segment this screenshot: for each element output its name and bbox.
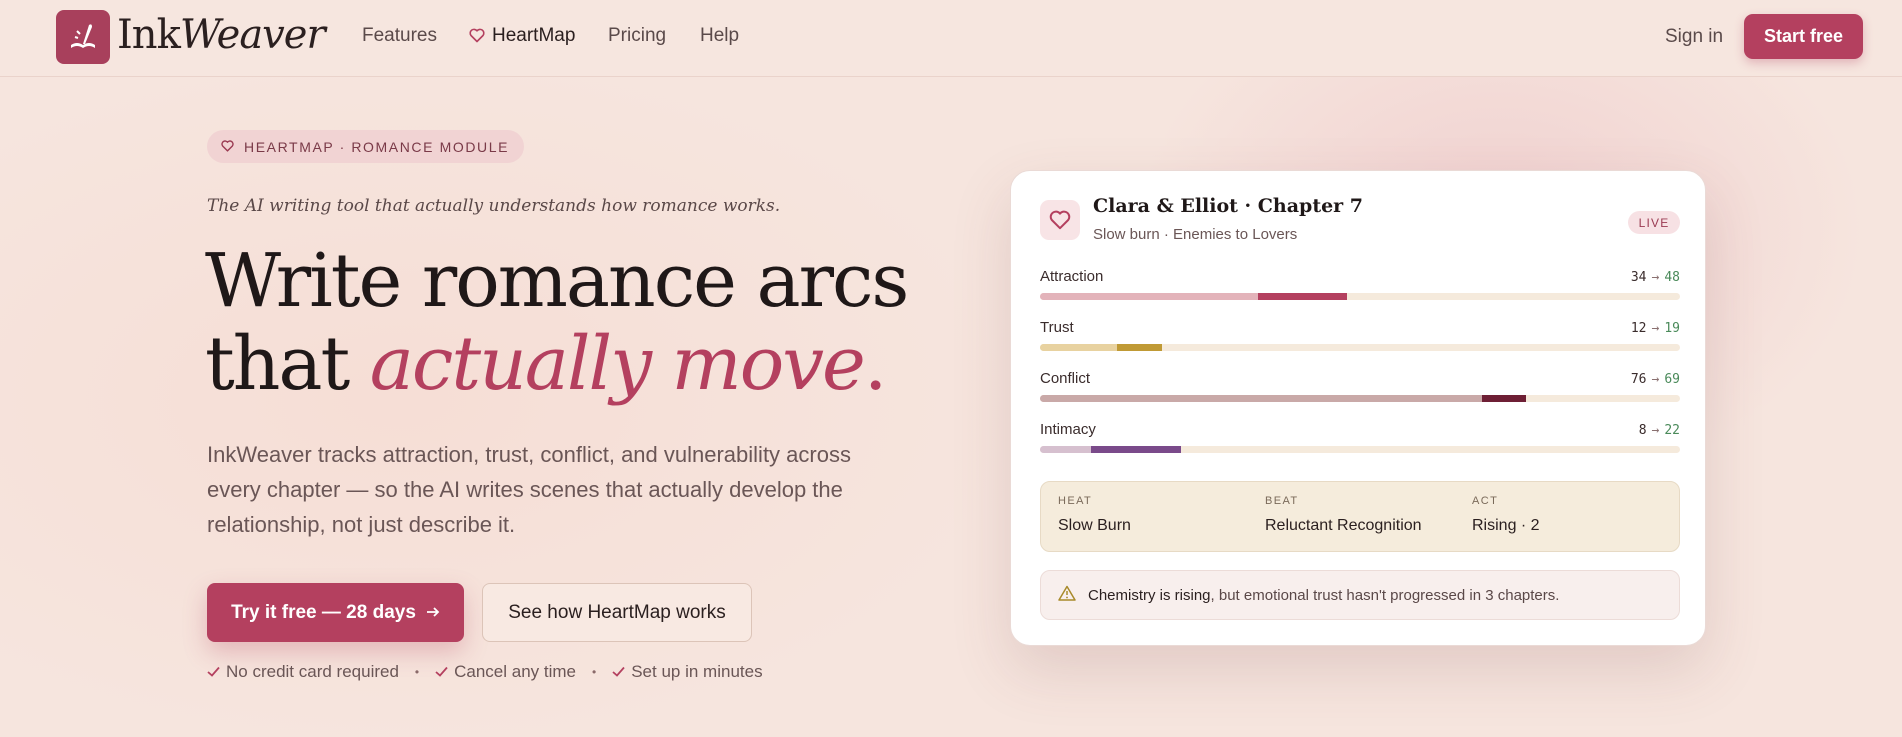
- headline-line-1: Write romance arcs: [205, 238, 909, 324]
- stat-beat: BEAT Reluctant Recognition: [1265, 495, 1422, 535]
- signin-link[interactable]: Sign in: [1665, 26, 1723, 48]
- headline-accent: actually move: [369, 321, 866, 407]
- brand-name-part1: Ink: [117, 12, 181, 58]
- metric-bar-base: [1040, 293, 1258, 300]
- arrow-right-icon: [426, 602, 440, 624]
- alert-text: Chemistry is rising, but emotional trust…: [1088, 587, 1559, 604]
- metric-label: Conflict: [1040, 370, 1091, 387]
- metric-from: 34: [1630, 270, 1647, 285]
- insight-alert: Chemistry is rising, but emotional trust…: [1040, 570, 1680, 620]
- metric-value: 34 → 48: [1631, 270, 1680, 285]
- card-subtitle: Slow burn · Enemies to Lovers: [1093, 226, 1298, 243]
- metric-bar-track: [1040, 395, 1680, 402]
- brand-name[interactable]: InkWeaver: [117, 12, 326, 58]
- metric-to: 69: [1664, 372, 1680, 387]
- stat-value: Reluctant Recognition: [1265, 517, 1422, 534]
- benefit-item: No credit card required: [207, 662, 399, 682]
- metric-bar-base: [1040, 446, 1092, 453]
- stat-act: ACT Rising · 2: [1472, 495, 1540, 535]
- module-badge: HEARTMAP · ROMANCE MODULE: [207, 130, 525, 163]
- headline-plain: that: [205, 321, 370, 407]
- metric-bar-change: [1257, 293, 1348, 300]
- check-icon: [612, 662, 625, 682]
- metric-bar-base: [1040, 395, 1482, 402]
- live-badge: LIVE: [1628, 211, 1680, 234]
- stat-label: HEAT: [1058, 495, 1093, 507]
- headline-line-2: that actually move.: [205, 323, 907, 406]
- benefit-list: No credit card required • Cancel any tim…: [207, 662, 763, 682]
- metric-row-attraction: Attraction 34 → 48: [1040, 268, 1680, 308]
- metric-bar-change: [1116, 344, 1162, 351]
- metric-bar-track: [1040, 344, 1680, 351]
- benefit-label: Set up in minutes: [631, 662, 763, 681]
- badge-label: HEARTMAP · ROMANCE MODULE: [244, 138, 510, 155]
- metric-label: Intimacy: [1040, 421, 1096, 438]
- nav-heartmap[interactable]: HeartMap: [492, 25, 575, 47]
- check-icon: [435, 662, 448, 682]
- nav-help[interactable]: Help: [700, 25, 739, 47]
- stat-value: Slow Burn: [1058, 517, 1131, 534]
- stats-panel: HEAT Slow Burn BEAT Reluctant Recognitio…: [1040, 481, 1680, 552]
- alert-rest: , but emotional trust hasn't progressed …: [1210, 586, 1560, 604]
- metric-from: 8: [1638, 423, 1647, 438]
- metric-bar-track: [1040, 293, 1680, 300]
- stat-label: BEAT: [1265, 495, 1299, 507]
- heart-icon: [1040, 200, 1080, 240]
- metric-to: 22: [1664, 423, 1680, 438]
- metric-row-trust: Trust 12 → 19: [1040, 319, 1680, 359]
- alert-strong: Chemistry is rising: [1088, 586, 1211, 604]
- benefit-item: Cancel any time: [435, 662, 576, 682]
- nav-pricing[interactable]: Pricing: [608, 25, 666, 47]
- metric-from: 76: [1630, 372, 1647, 387]
- separator-dot: •: [414, 665, 420, 679]
- check-icon: [207, 662, 220, 682]
- heartmap-preview-card: Clara & Elliot · Chapter 7 Slow burn · E…: [1010, 170, 1706, 646]
- metric-to: 48: [1664, 270, 1680, 285]
- brand-name-part2: Weaver: [179, 12, 326, 58]
- heart-icon: [221, 139, 234, 155]
- metric-bar-track: [1040, 446, 1680, 453]
- metric-row-conflict: Conflict 76 → 69: [1040, 370, 1680, 410]
- warning-icon: [1058, 585, 1076, 605]
- heart-icon: [469, 28, 485, 48]
- benefit-item: Set up in minutes: [612, 662, 763, 682]
- stat-heat: HEAT Slow Burn: [1058, 495, 1131, 535]
- arrow-icon: →: [1651, 372, 1660, 387]
- metric-bar-change: [1091, 446, 1181, 453]
- metric-to: 19: [1664, 321, 1680, 336]
- stat-label: ACT: [1472, 495, 1499, 507]
- metric-value: 8 → 22: [1639, 423, 1680, 438]
- separator-dot: •: [592, 665, 597, 679]
- hero-headline: Write romance arcs that actually move.: [205, 238, 909, 406]
- metric-from: 12: [1630, 321, 1647, 336]
- logo-icon[interactable]: [56, 10, 110, 64]
- metric-bar-base: [1040, 344, 1117, 351]
- top-navigation: InkWeaver Features HeartMap Pricing Help…: [0, 0, 1902, 77]
- metric-value: 76 → 69: [1631, 372, 1680, 387]
- metric-bar-change: [1481, 395, 1527, 402]
- try-free-label: Try it free — 28 days: [231, 601, 416, 623]
- see-heartmap-button[interactable]: See how HeartMap works: [482, 583, 752, 642]
- hero-tagline: The AI writing tool that actually unders…: [207, 196, 781, 216]
- metric-label: Attraction: [1040, 268, 1104, 285]
- arrow-icon: →: [1651, 270, 1660, 285]
- arrow-icon: →: [1651, 321, 1660, 336]
- nav-features[interactable]: Features: [362, 25, 437, 47]
- metric-label: Trust: [1040, 319, 1074, 336]
- card-title: Clara & Elliot · Chapter 7: [1093, 195, 1364, 217]
- arrow-icon: →: [1651, 423, 1660, 438]
- start-free-button[interactable]: Start free: [1744, 14, 1863, 59]
- benefit-label: Cancel any time: [454, 662, 577, 681]
- stat-value: Rising · 2: [1472, 517, 1540, 534]
- hero-description: InkWeaver tracks attraction, trust, conf…: [207, 442, 851, 537]
- metric-value: 12 → 19: [1631, 321, 1680, 336]
- headline-period: .: [863, 321, 887, 407]
- try-free-button[interactable]: Try it free — 28 days: [207, 583, 464, 642]
- metric-row-intimacy: Intimacy 8 → 22: [1040, 421, 1680, 461]
- benefit-label: No credit card required: [226, 662, 399, 681]
